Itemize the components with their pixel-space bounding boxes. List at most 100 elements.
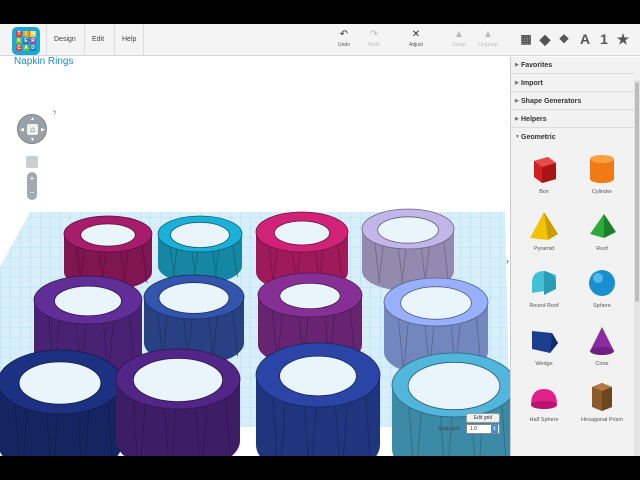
logo-letter: T [16,31,22,37]
tinkercad-logo[interactable]: T I N K E R C A D [12,27,40,55]
adjust-button[interactable]: ✕ Adjust [402,28,430,54]
group-icon: ▲ [454,29,464,40]
nav-left-icon[interactable]: ◀ [20,127,24,133]
pyramid-icon [530,212,558,240]
section-import[interactable]: ▶ Import [511,75,635,92]
expand-icon: ▶ [515,62,519,68]
adjust-icon: ✕ [411,29,421,40]
logo-letter: D [30,45,36,51]
logo-letter: N [30,31,36,37]
shape-round-roof[interactable]: Round Roof [515,265,573,309]
nav-up-icon[interactable]: ▲ [30,116,35,122]
chevron-down-icon: ⇕ [491,425,498,433]
workplane[interactable]: ▲ ▼ ◀ ▶ ⌂ ? + − [0,57,510,456]
box-icon [534,157,556,183]
zoom-control: + − [27,172,37,200]
menu-design[interactable]: Design [46,24,83,56]
expand-icon: ▶ [515,80,519,86]
view-cube-navigator[interactable]: ▲ ▼ ◀ ▶ ⌂ [17,114,47,144]
shape-pyramid[interactable]: Pyramid [515,208,573,252]
shape-hexagonal-prism[interactable]: Hexagonal Prism [573,379,631,423]
home-view-icon[interactable]: ⌂ [27,124,38,135]
napkin-ring[interactable] [115,348,241,456]
shape-label: Cone [595,361,609,367]
menu-edit[interactable]: Edit [84,24,111,56]
top-bar: T I N K E R C A D Design Edit Help ↶ Und… [0,24,640,56]
shape-cylinder[interactable]: Cylinder [573,151,631,195]
project-title[interactable]: Napkin Rings [14,56,73,67]
ungroup-button[interactable]: ▲ Ungroup [474,28,502,54]
group-button[interactable]: ▲ Group [445,28,473,54]
undo-icon: ↶ [339,29,349,40]
section-favorites[interactable]: ▶ Favorites [511,57,635,74]
section-label: Shape Generators [521,98,582,105]
number-view-button[interactable]: 1 [596,30,612,48]
logo-letter: A [23,45,29,51]
napkin-ring[interactable] [391,352,510,456]
group-label: Group [452,42,466,48]
undo-button[interactable]: ↶ Undo [330,28,358,54]
nav-down-icon[interactable]: ▼ [30,137,35,143]
panel-scrollbar[interactable] [634,80,640,456]
section-label: Geometric [521,134,556,141]
collapse-icon: ▼ [515,134,520,140]
redo-button[interactable]: ↷ Redo [360,28,388,54]
logo-letter: I [23,31,29,37]
napkin-ring[interactable] [0,349,123,456]
cone-icon [590,327,614,355]
zoom-in-button[interactable]: + [27,172,37,186]
shape-label: Pyramid [533,246,555,252]
shape-label: Round Roof [529,303,559,309]
brick-view-icon[interactable]: ❖ [556,30,572,48]
half-sphere-icon [531,389,557,409]
grid-view-icon[interactable]: ▦ [518,30,534,48]
section-helpers[interactable]: ▶ Helpers [511,111,635,128]
logo-letter: E [23,38,29,44]
shape-roof[interactable]: Roof [573,208,631,252]
logo-letter: C [16,45,22,51]
section-label: Favorites [521,62,553,69]
shape-cone[interactable]: Cone [573,323,631,367]
nav-right-icon[interactable]: ▶ [41,127,45,133]
zoom-out-button[interactable]: − [27,186,37,200]
section-label: Helpers [521,116,547,123]
roof-icon [590,214,616,238]
section-shape-generators[interactable]: ▶ Shape Generators [511,93,635,110]
shape-label: Wedge [535,361,553,367]
star-icon[interactable]: ★ [615,30,631,48]
ungroup-label: Ungroup [478,42,498,48]
scrollbar-thumb[interactable] [635,82,639,302]
adjust-label: Adjust [409,42,423,48]
edit-grid-button[interactable]: Edit grid [466,413,500,423]
shape-label: Sphere [593,303,611,309]
logo-letter: R [30,38,36,44]
snap-grid-label: Snap grid [438,426,460,432]
fit-view-button[interactable] [26,156,38,168]
redo-label: Redo [368,42,380,48]
logo-letter: K [16,38,22,44]
napkin-ring[interactable] [255,342,381,456]
box-view-icon[interactable]: ◆ [537,30,553,48]
sphere-icon [589,270,615,296]
workplane-scene[interactable] [0,117,510,456]
snap-grid-select[interactable]: 1.0 ⇕ [466,424,500,434]
shape-half-sphere[interactable]: Half Sphere [515,379,573,423]
shape-label: Cylinder [591,189,613,195]
shape-sphere[interactable]: Sphere [573,265,631,309]
redo-icon: ↷ [369,29,379,40]
expand-icon: ▶ [515,98,519,104]
shape-wedge[interactable]: Wedge [515,323,573,367]
section-geometric[interactable]: ▼ Geometric [511,129,635,146]
napkin-ring[interactable] [157,215,243,284]
text-view-button[interactable]: A [577,30,593,48]
shape-label: Box [539,189,549,195]
round-roof-icon [532,271,556,295]
section-label: Import [521,80,543,87]
menu-help[interactable]: Help [114,24,145,56]
cylinder-icon [590,155,614,183]
shapes-panel: ▶ Favorites ▶ Import ▶ Shape Generators ▶ He… [510,57,640,456]
shape-label: Hexagonal Prism [581,417,623,423]
shape-box[interactable]: Box [515,151,573,195]
expand-icon: ▶ [515,116,519,122]
nav-help-icon[interactable]: ? [53,111,56,117]
